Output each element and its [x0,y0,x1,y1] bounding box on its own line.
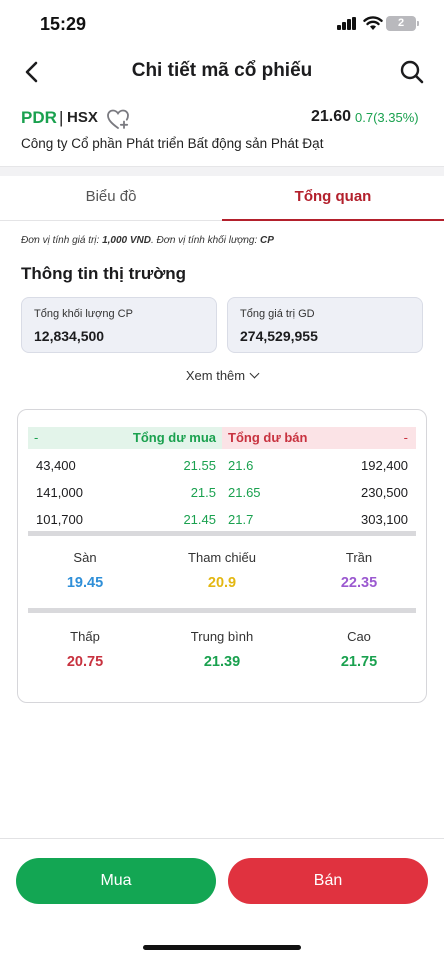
cellular-signal-icon [337,17,357,30]
order-book-header: - Tổng dư mua Tổng dư bán - [28,427,416,449]
heart-plus-icon[interactable] [106,108,130,130]
section-divider [0,166,444,176]
order-book-card: - Tổng dư mua Tổng dư bán - 43,400 21.55… [17,409,427,703]
ceiling-value: 22.35 [340,575,378,591]
unit-note: Đơn vị tính giá trị: 1,000 VND. Đơn vị t… [21,235,274,246]
stock-header: PDR | HSX 21.60 0.7(3.35%) Công ty Cổ ph… [0,104,444,166]
buy-button[interactable]: Mua [16,858,216,904]
order-book-row: 101,700 21.45 21.7 303,100 [28,512,416,532]
total-volume-value: 12,834,500 [34,328,105,344]
sell-volume: 230,500 [361,485,408,500]
low-label: Thấp [70,629,100,644]
order-book-row: 43,400 21.55 21.6 192,400 [28,458,416,478]
ceiling-label: Trần [345,550,373,565]
buy-price: 21.5 [190,485,216,500]
total-value-label: Tổng giá trị GD [240,308,315,320]
high-value: 21.75 [340,654,378,670]
status-time: 15:29 [40,14,87,34]
search-icon[interactable] [398,58,426,86]
current-price: 21.60 [311,108,352,125]
sell-volume: 303,100 [361,512,408,527]
floor-price: Sàn 19.45 [20,550,150,591]
total-buy-label: Tổng dư mua [132,430,216,445]
wifi-icon [363,16,383,30]
buy-volume: 141,000 [36,485,83,500]
price-change: 0.7(3.35%) [355,110,419,125]
tab-overview[interactable]: Tổng quan [222,176,444,221]
low-value: 20.75 [66,654,104,670]
action-bar-divider [0,838,444,839]
sell-button[interactable]: Bán [228,858,428,904]
total-volume-label: Tổng khối lượng CP [34,308,133,320]
average-price: Trung bình 21.39 [157,629,287,670]
average-label: Trung bình [190,629,254,644]
reference-price: Tham chiếu 20.9 [157,550,287,591]
buy-volume: 101,700 [36,512,83,527]
tab-chart[interactable]: Biểu đồ [0,176,222,221]
total-value-card: Tổng giá trị GD 274,529,955 [227,297,423,353]
high-label: Cao [347,629,371,644]
battery-tip [417,21,419,26]
sell-dash: - [403,430,408,445]
exchange-label: HSX [67,109,98,126]
reference-value: 20.9 [207,575,237,591]
see-more-label: Xem thêm [185,368,246,383]
sell-price: 21.7 [228,512,254,527]
low-price: Thấp 20.75 [20,629,150,670]
ticker-separator: | [59,108,64,127]
reference-label: Tham chiếu [188,550,256,565]
status-bar: 15:29 2 [0,0,444,48]
market-info-title: Thông tin thị trường [21,264,187,283]
ticker-symbol: PDR [21,108,57,127]
order-book-row: 141,000 21.5 21.65 230,500 [28,485,416,505]
tab-bar: Biểu đồ Tổng quan [0,176,444,221]
buy-dash: - [34,430,39,445]
floor-label: Sàn [73,550,97,565]
order-book-divider [28,531,416,536]
total-value-value: 274,529,955 [240,328,318,344]
home-indicator [143,945,301,950]
high-price: Cao 21.75 [294,629,424,670]
buy-volume: 43,400 [36,458,76,473]
average-value: 21.39 [203,654,241,670]
sell-price: 21.65 [228,485,261,500]
buy-price: 21.45 [183,512,216,527]
chevron-down-icon [249,368,260,379]
see-more-button[interactable]: Xem thêm [0,368,444,383]
total-volume-card: Tổng khối lượng CP 12,834,500 [21,297,217,353]
total-sell-label: Tổng dư bán [228,430,308,445]
sell-volume: 192,400 [361,458,408,473]
company-name: Công ty Cổ phần Phát triển Bất động sản … [21,136,324,151]
buy-price: 21.55 [183,458,216,473]
battery-icon: 2 [386,16,416,31]
page-title: Chi tiết mã cổ phiếu [131,60,313,81]
sell-price: 21.6 [228,458,254,473]
reference-divider [28,608,416,613]
floor-value: 19.45 [66,575,104,591]
nav-bar: Chi tiết mã cổ phiếu [0,52,444,92]
ceiling-price: Trần 22.35 [294,550,424,591]
